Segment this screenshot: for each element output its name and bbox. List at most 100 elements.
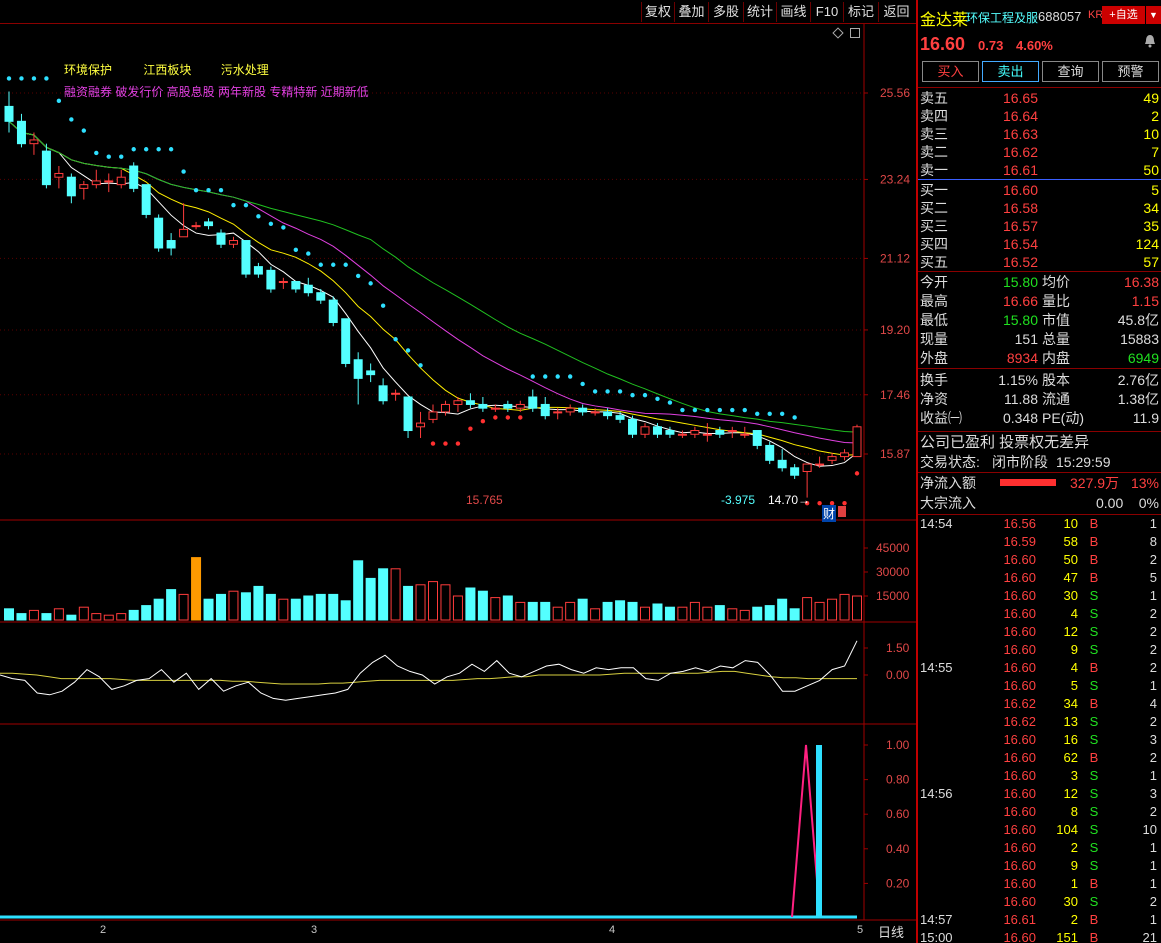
tick-side: S — [1089, 840, 1099, 855]
sar-dot — [717, 407, 723, 413]
stat-row: 最低 15.80 市值 45.8亿 — [918, 311, 1161, 329]
divider — [918, 368, 1161, 369]
volume-bar — [178, 593, 189, 621]
tick-volume: 62 — [1063, 750, 1078, 765]
volume-bar — [103, 614, 114, 621]
sar-dot — [755, 411, 760, 416]
bid-row[interactable]: 买三 16.57 35 — [918, 217, 1161, 235]
tick-side: B — [1089, 516, 1099, 531]
candle-body — [41, 150, 51, 186]
buy-button[interactable]: 买入 — [922, 61, 979, 82]
ask-row[interactable]: 卖二 16.62 7 — [918, 143, 1161, 161]
candle-body — [852, 426, 862, 458]
tick-side: S — [1089, 858, 1099, 873]
volume-bar — [16, 613, 27, 621]
fin-badge-2 — [838, 506, 846, 517]
sar-dot — [343, 262, 348, 267]
period-label[interactable]: 日线 — [878, 922, 904, 941]
volume-bar — [303, 595, 314, 621]
concept-1[interactable]: 环境保护 — [64, 63, 112, 77]
volume-bar — [615, 600, 626, 621]
signal-spike — [791, 744, 821, 918]
volume-bar — [228, 590, 239, 621]
candle-body — [615, 415, 625, 420]
candle-body — [166, 240, 176, 249]
ask-row[interactable]: 卖五 16.65 49 — [918, 89, 1161, 107]
stat-value: 1.15% — [998, 372, 1038, 388]
ask-row[interactable]: 卖三 16.63 10 — [918, 125, 1161, 143]
tick-volume: 4 — [1070, 660, 1078, 675]
sar-dot — [443, 441, 448, 446]
candle-body — [116, 176, 126, 186]
volume-bar — [440, 584, 451, 621]
sell-button[interactable]: 卖出 — [982, 61, 1039, 82]
volume-bar — [116, 613, 127, 621]
sector-label[interactable]: 环保工程及服 — [966, 9, 1038, 26]
candle-body — [403, 396, 413, 432]
stat-value: 11.9 — [1132, 410, 1159, 426]
y-tick-label: 0.20 — [886, 876, 910, 890]
candle-body — [827, 456, 837, 461]
sar-dot — [655, 396, 660, 402]
chart-icon-window[interactable] — [850, 28, 860, 38]
tick-row: 16.60 9 S 1 — [918, 857, 1161, 875]
level-volume: 5 — [1151, 182, 1159, 198]
tick-row: 16.60 30 S 1 — [918, 587, 1161, 605]
candle-body — [777, 459, 787, 469]
tick-count: 2 — [1149, 894, 1157, 909]
dropdown-arrow-icon[interactable]: ▼ — [1146, 6, 1161, 24]
volume-bar — [203, 598, 214, 621]
stat-row: 现量 151 总量 15883 — [918, 330, 1161, 348]
candle-body — [740, 433, 750, 436]
price-change: 0.73 — [978, 38, 1004, 53]
sar-dot — [468, 426, 473, 431]
sar-dot — [530, 374, 535, 379]
volume-bar — [764, 605, 775, 621]
concept-3[interactable]: 污水处理 — [221, 63, 269, 77]
candle-body — [204, 221, 214, 227]
sar-dot — [792, 415, 797, 420]
candle-body — [715, 430, 725, 435]
kline-chart[interactable]: 25.56 23.24 21.12 19.20 17.46 15.87 45000 30000… — [0, 0, 916, 943]
tick-side: S — [1089, 786, 1099, 801]
query-button[interactable]: 查询 — [1042, 61, 1099, 82]
concept-2[interactable]: 江西板块 — [143, 63, 191, 77]
stat-label: 今开 — [920, 274, 948, 290]
tick-volume: 12 — [1063, 786, 1078, 801]
level-price: 16.57 — [1002, 218, 1038, 234]
bid-row[interactable]: 买四 16.54 124 — [918, 235, 1161, 253]
fin-badge[interactable]: 财 — [822, 505, 837, 522]
sar-dot — [331, 262, 336, 267]
tick-price: 16.60 — [1003, 876, 1036, 891]
sar-dot — [231, 202, 236, 208]
stat-value: 45.8亿 — [1117, 312, 1159, 328]
bid-row[interactable]: 买一 16.60 5 — [918, 181, 1161, 199]
add-watchlist-button[interactable]: +自选 — [1102, 6, 1145, 24]
tick-row: 16.60 104 S 10 — [918, 821, 1161, 839]
stat-value: 16.38 — [1123, 274, 1159, 290]
tick-volume: 9 — [1070, 642, 1078, 657]
volume-bar — [128, 609, 139, 621]
bell-icon[interactable] — [1144, 34, 1156, 48]
sar-dot — [543, 374, 548, 379]
alert-button[interactable]: 预警 — [1102, 61, 1159, 82]
sar-dot — [567, 374, 573, 379]
level-price: 16.60 — [1002, 182, 1038, 198]
divider — [918, 87, 1161, 88]
tick-volume: 30 — [1063, 894, 1078, 909]
sar-dot — [455, 441, 461, 446]
tick-row: 16.60 8 S 2 — [918, 803, 1161, 821]
sar-dot — [667, 400, 673, 405]
trade-time: 15:29:59 — [1056, 454, 1111, 470]
tick-time: 14:57 — [920, 912, 953, 927]
bid-row[interactable]: 买五 16.52 57 — [918, 253, 1161, 271]
y-tick-label: 23.24 — [880, 172, 910, 186]
ask-row[interactable]: 卖四 16.64 2 — [918, 107, 1161, 125]
bid-row[interactable]: 买二 16.58 34 — [918, 199, 1161, 217]
tick-side: B — [1089, 912, 1099, 927]
volume-bar — [415, 584, 426, 621]
candle-body — [91, 180, 101, 186]
sar-dot — [69, 117, 74, 122]
ask-row[interactable]: 卖一 16.61 50 — [918, 161, 1161, 179]
stat-value: 0.348 — [1002, 410, 1038, 426]
